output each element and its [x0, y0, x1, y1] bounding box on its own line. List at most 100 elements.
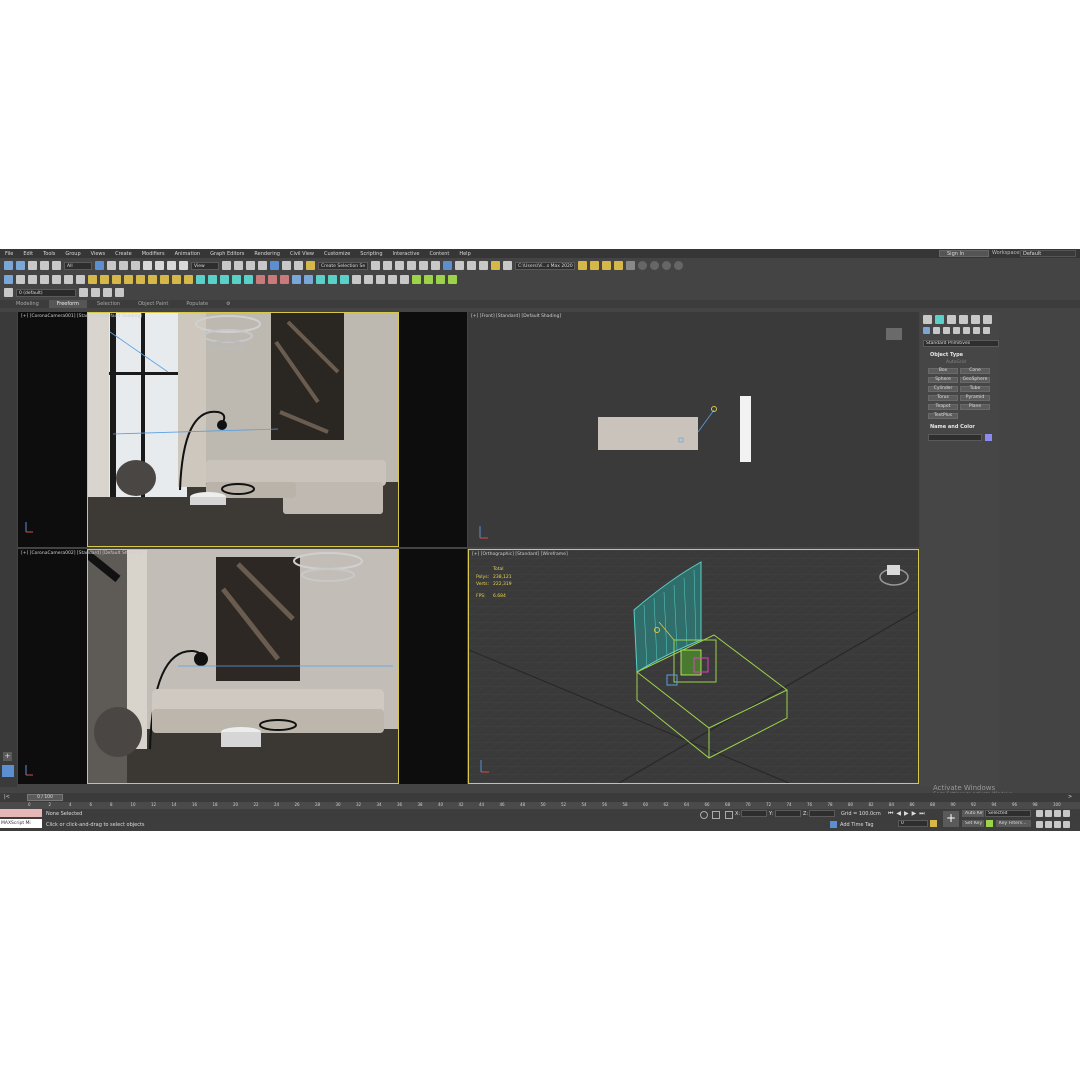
shapes-icon[interactable] — [933, 327, 940, 334]
modify-tab-icon[interactable] — [935, 315, 944, 324]
menu-graph-editors[interactable]: Graph Editors — [205, 251, 249, 257]
maxscript-listener[interactable] — [0, 809, 42, 817]
project-folder-icon[interactable] — [578, 261, 587, 270]
absolute-mode-icon[interactable] — [725, 811, 733, 819]
light-direct-icon[interactable] — [340, 275, 349, 284]
rectangular-selection-icon[interactable] — [119, 261, 128, 270]
z-coordinate-field[interactable] — [809, 810, 835, 817]
window-crossing-icon[interactable] — [131, 261, 140, 270]
link-icon[interactable] — [28, 261, 37, 270]
add-to-layer-icon[interactable] — [91, 288, 100, 297]
pivot-icon[interactable] — [222, 261, 231, 270]
angle-snap-icon[interactable] — [270, 261, 279, 270]
corona-render-icon[interactable] — [602, 261, 611, 270]
render-cloud-icon[interactable] — [503, 261, 512, 270]
viewport-camera001[interactable]: [+] [CoronaCamera001] [Standard] [Defaul… — [18, 312, 467, 547]
primitive-type-select[interactable]: Standard Primitives — [923, 340, 999, 347]
add-viewport-layout-icon[interactable]: + — [3, 752, 12, 761]
schematic-view-icon[interactable] — [443, 261, 452, 270]
modifier-twist-icon[interactable] — [280, 275, 289, 284]
viewport-layout-icon[interactable] — [2, 765, 14, 777]
select-by-name-icon[interactable] — [107, 261, 116, 270]
menu-animation[interactable]: Animation — [170, 251, 206, 257]
space-warps-icon[interactable] — [973, 327, 980, 334]
sphere-primitive-icon[interactable] — [100, 275, 109, 284]
particle-flow-icon[interactable] — [436, 275, 445, 284]
systems-icon[interactable] — [76, 275, 85, 284]
x-coordinate-field[interactable] — [741, 810, 767, 817]
viewport-orthographic[interactable]: [+] [Orthographic] [Standard] [Wireframe… — [468, 549, 919, 784]
unlink-icon[interactable] — [40, 261, 49, 270]
undo-icon[interactable] — [4, 261, 13, 270]
corona-vfb-icon[interactable] — [614, 261, 623, 270]
systems-icon[interactable] — [983, 327, 990, 334]
helper-dummy-icon[interactable] — [376, 275, 385, 284]
select-layer-icon[interactable] — [103, 288, 112, 297]
cloth-icon[interactable] — [448, 275, 457, 284]
workspaces-select[interactable]: Default — [1020, 250, 1076, 257]
object-type-title[interactable]: Object Type — [930, 352, 963, 358]
menu-content[interactable]: Content — [424, 251, 454, 257]
tube-primitive-icon[interactable] — [160, 275, 169, 284]
cone-primitive-icon[interactable] — [148, 275, 157, 284]
menu-customize[interactable]: Customize — [319, 251, 355, 257]
tab-object-paint[interactable]: Object Paint — [130, 300, 176, 308]
tube-button[interactable]: Tube — [960, 386, 990, 392]
viewport-camera002[interactable]: [+] [CoronaCamera002] [Standard] [Defaul… — [18, 549, 467, 784]
percent-snap-icon[interactable] — [282, 261, 291, 270]
spline-circle-icon[interactable] — [208, 275, 217, 284]
textplus-button[interactable]: TextPlus — [928, 413, 958, 419]
torus-button[interactable]: Torus — [928, 395, 958, 401]
viewport-front[interactable]: [+] [Front] [Standard] [Default Shading] — [468, 312, 919, 547]
modifier-taper-icon[interactable] — [268, 275, 277, 284]
y-coordinate-field[interactable] — [775, 810, 801, 817]
lights-icon[interactable] — [943, 327, 950, 334]
render-production-icon[interactable] — [491, 261, 500, 270]
create-shapes-icon[interactable] — [16, 275, 25, 284]
modifier-bend-icon[interactable] — [256, 275, 265, 284]
time-slider-next-icon[interactable]: > — [1068, 794, 1072, 800]
tab-selection[interactable]: Selection — [89, 300, 128, 308]
maxscript-mini-listener[interactable]: MAXScript Mi — [0, 819, 42, 828]
time-slider-prev-icon[interactable]: |< — [4, 794, 10, 800]
toggle-scene-explorer-icon[interactable] — [395, 261, 404, 270]
cameras-icon[interactable] — [953, 327, 960, 334]
create-helpers-icon[interactable] — [52, 275, 61, 284]
align-icon[interactable] — [383, 261, 392, 270]
set-key-big-button[interactable]: + — [943, 811, 959, 827]
menu-edit[interactable]: Edit — [18, 251, 38, 257]
mass-fx-icon[interactable] — [424, 275, 433, 284]
helper-grid-icon[interactable] — [400, 275, 409, 284]
time-slider-thumb[interactable]: 0 / 100 — [27, 794, 63, 801]
menu-file[interactable]: File — [0, 251, 18, 257]
current-layer-select[interactable]: 0 (default) — [16, 288, 76, 297]
spline-text-icon[interactable] — [244, 275, 253, 284]
sign-in-button[interactable]: Sign In — [939, 250, 989, 257]
plane-button[interactable]: Plane — [960, 404, 990, 410]
set-current-layer-icon[interactable] — [115, 288, 124, 297]
tab-freeform[interactable]: Freeform — [48, 300, 88, 308]
menu-tools[interactable]: Tools — [38, 251, 60, 257]
isolate-selection-icon[interactable] — [700, 811, 708, 819]
bind-space-warp-icon[interactable] — [52, 261, 61, 270]
play-icon[interactable]: ▶ — [904, 810, 909, 818]
helpers-icon[interactable] — [963, 327, 970, 334]
corona-light-icon[interactable] — [638, 261, 647, 270]
project-path-select[interactable]: C:\Users\Vi...s Max 2020 — [515, 261, 575, 270]
key-filters-button[interactable]: Key Filters... — [996, 820, 1031, 827]
place-icon[interactable] — [179, 261, 188, 270]
cone-button[interactable]: Cone — [960, 368, 990, 374]
track-bar[interactable]: 0 2 4 6 8 10 12 14 16 18 20 22 24 26 28 30 32 34 36 38 40 42 4… — [0, 802, 1080, 809]
spline-line-icon[interactable] — [196, 275, 205, 284]
tab-modeling[interactable]: Modeling — [8, 300, 47, 308]
teapot-primitive-icon[interactable] — [136, 275, 145, 284]
toggle-ribbon-icon[interactable] — [419, 261, 428, 270]
name-and-color-title[interactable]: Name and Color — [930, 424, 975, 430]
field-of-view-icon[interactable] — [1036, 821, 1043, 828]
add-time-tag-label[interactable]: Add Time Tag — [840, 822, 874, 828]
display-tab-icon[interactable] — [971, 315, 980, 324]
corona-proxy-icon[interactable] — [674, 261, 683, 270]
autogrid-checkbox[interactable]: AutoGrid — [946, 360, 966, 365]
box-primitive-icon[interactable] — [88, 275, 97, 284]
named-selection-set-select[interactable]: Create Selection Se — [318, 261, 368, 270]
